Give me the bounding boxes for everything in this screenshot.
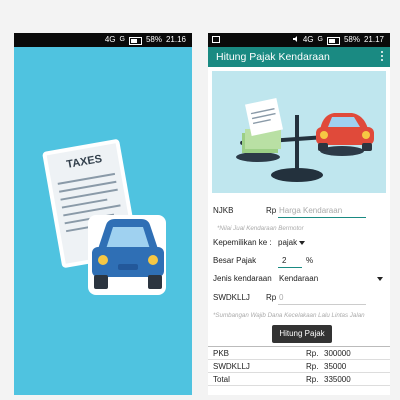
- result-row-pkb: PKB Rp. 300000: [208, 347, 390, 360]
- signal-indicator: G: [317, 36, 323, 43]
- njkb-hint: *Nilai Jual Kendaraan Bermotor: [217, 225, 304, 232]
- network-indicator: 4G: [104, 35, 116, 44]
- result-label: SWDKLLJ: [213, 362, 250, 371]
- njkb-input-underline: [278, 217, 366, 218]
- swdkllj-currency: Rp: [266, 293, 277, 302]
- app-bar: Hitung Pajak Kendaraan: [208, 47, 390, 67]
- njkb-currency: Rp: [266, 206, 277, 215]
- dropdown-arrow-icon: [377, 277, 383, 281]
- result-value: 300000: [324, 349, 351, 358]
- dropdown-arrow-icon: [299, 240, 306, 245]
- vehicle-type-label: Jenis kendaraan: [213, 274, 272, 283]
- result-currency: Rp.: [306, 349, 319, 358]
- njkb-input[interactable]: Harga Kendaraan: [279, 206, 342, 215]
- result-row-swdkllj: SWDKLLJ Rp. 35000: [208, 360, 390, 373]
- tax-rate-input[interactable]: 2: [282, 256, 286, 265]
- status-bar: 4G G 58% 21.16: [14, 33, 192, 47]
- result-value: 35000: [324, 362, 347, 371]
- swdkllj-input[interactable]: 0: [279, 293, 283, 302]
- percent-sign: %: [306, 256, 314, 265]
- battery-level: 58%: [145, 35, 162, 44]
- result-value: 335000: [324, 375, 351, 384]
- app-title: Hitung Pajak Kendaraan: [216, 51, 330, 63]
- battery-icon: [326, 37, 340, 45]
- swdkllj-label: SWDKLLJ: [213, 293, 250, 302]
- clock: 21.16: [165, 35, 186, 44]
- result-row-total: Total Rp. 335000: [208, 373, 390, 386]
- vehicle-type-value: Kendaraan: [279, 274, 319, 283]
- taxes-car-logo: TAXES: [42, 139, 166, 295]
- network-indicator: 4G: [302, 35, 314, 44]
- battery-level: 58%: [343, 35, 360, 44]
- ownership-dropdown[interactable]: pajak: [278, 238, 306, 247]
- njkb-label: NJKB: [213, 206, 234, 215]
- clock: 21.17: [363, 35, 384, 44]
- notification-icon: [212, 36, 220, 43]
- ownership-value: pajak: [278, 238, 298, 247]
- calculate-button[interactable]: Hitung Pajak: [272, 325, 332, 343]
- banner-illustration: [212, 71, 386, 193]
- splash-screen: 4G G 58% 21.16 TAXES: [14, 33, 192, 395]
- result-label: Total: [213, 375, 230, 384]
- signal-indicator: G: [119, 36, 125, 43]
- app-screen: 4G G 58% 21.17 Hitung Pajak Kendaraan NJ…: [208, 33, 390, 395]
- result-currency: Rp.: [306, 362, 319, 371]
- tax-rate-label: Besar Pajak: [213, 256, 257, 265]
- swdkllj-underline: [278, 304, 366, 305]
- result-label: PKB: [213, 349, 230, 358]
- swdkllj-hint: *Sumbangan Wajib Dana Kecelakaan Lalu Li…: [213, 312, 365, 319]
- result-currency: Rp.: [306, 375, 319, 384]
- battery-icon: [128, 37, 142, 45]
- results-table: PKB Rp. 300000 SWDKLLJ Rp. 35000 Total R…: [208, 346, 390, 386]
- ownership-label: Kepemilikan ke :: [213, 238, 272, 247]
- vehicle-type-dropdown[interactable]: Kendaraan: [279, 274, 383, 283]
- tax-rate-underline: [278, 267, 302, 268]
- mute-icon: [292, 33, 299, 42]
- overflow-menu-icon[interactable]: [381, 51, 384, 63]
- status-bar: 4G G 58% 21.17: [208, 33, 390, 47]
